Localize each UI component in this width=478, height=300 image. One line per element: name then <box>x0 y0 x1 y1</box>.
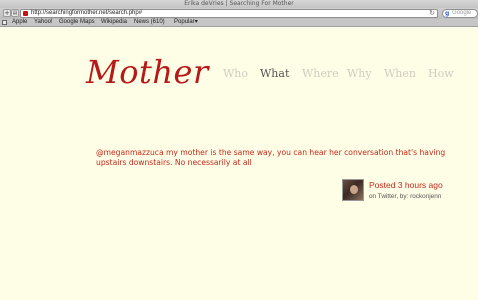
google-search-icon: g <box>445 10 450 17</box>
nav-what[interactable]: What <box>260 67 289 80</box>
bookmark-popular[interactable]: Popular▾ <box>174 19 198 26</box>
post-text: @meganmazzuca my mother is the same way,… <box>96 148 446 167</box>
add-bookmark-button[interactable]: + <box>3 9 11 17</box>
search-placeholder: Google <box>452 10 472 16</box>
avatar[interactable] <box>342 179 364 201</box>
bookmark-apple[interactable]: Apple <box>12 19 27 26</box>
bookmarks-icon[interactable] <box>2 20 7 25</box>
nav-when[interactable]: When <box>384 67 416 80</box>
address-bar[interactable]: http://searchingformother.net/search.php… <box>20 9 438 18</box>
chevron-down-icon: ▾ <box>194 19 198 25</box>
bookmark-wikipedia[interactable]: Wikipedia <box>101 19 127 26</box>
url-text: http://searchingformother.net/search.php… <box>31 10 143 16</box>
nav-how[interactable]: How <box>428 67 454 80</box>
reload-icon[interactable]: ↻ <box>429 9 435 17</box>
post-timestamp[interactable]: Posted 3 hours ago <box>369 180 443 190</box>
bookmarks-bar: Apple Yahoo! Google Maps Wikipedia News … <box>0 19 478 27</box>
avatar-face <box>350 185 358 194</box>
bookmark-news[interactable]: News (610) <box>134 19 165 26</box>
bookmark-google-maps[interactable]: Google Maps <box>59 19 95 26</box>
bookmark-popular-label: Popular <box>174 19 195 25</box>
window-titlebar: Erika deVries | Searching For Mother <box>0 0 478 8</box>
nav-why[interactable]: Why <box>347 67 372 80</box>
post-meta: on Twitter, by: rockonjenn <box>369 193 442 200</box>
window-title: Erika deVries | Searching For Mother <box>184 0 294 7</box>
search-field[interactable]: g Google <box>442 9 478 18</box>
site-favicon-icon <box>23 11 28 16</box>
browser-toolbar: + ▤ http://searchingformother.net/search… <box>0 8 478 19</box>
site-logo[interactable]: Mother <box>86 52 209 92</box>
bookmark-yahoo[interactable]: Yahoo! <box>34 19 53 26</box>
reader-icon[interactable]: ▤ <box>11 9 19 17</box>
nav-who[interactable]: Who <box>223 67 248 80</box>
nav-where[interactable]: Where <box>302 67 339 80</box>
